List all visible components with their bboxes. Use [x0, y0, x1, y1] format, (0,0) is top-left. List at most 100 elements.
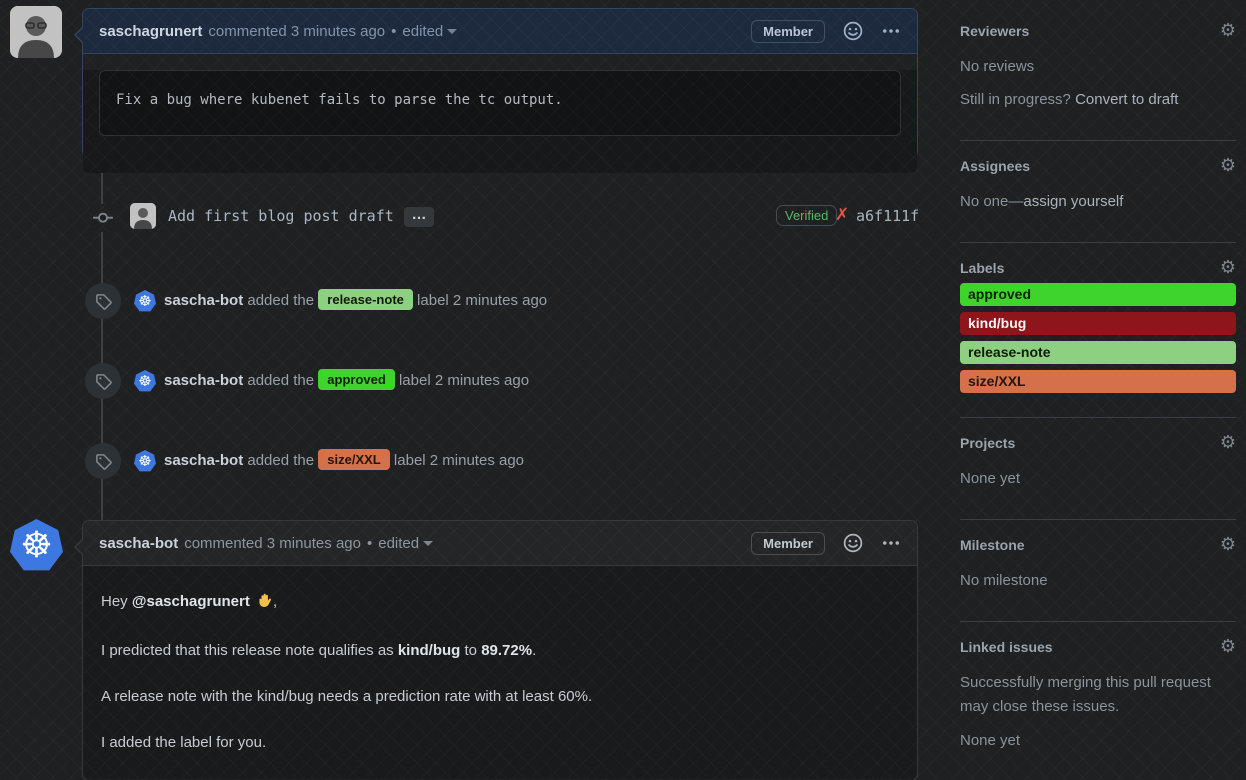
avatar-saschagrunert[interactable]: [10, 6, 62, 58]
commit-icon-wrap: [90, 204, 116, 232]
event-actor-link[interactable]: sascha-bot: [164, 372, 243, 389]
gear-icon[interactable]: ⚙: [1220, 157, 1236, 175]
sidebar-section-assignees: Assignees ⚙ No one—assign yourself: [960, 141, 1236, 243]
comment-paragraph: A release note with the kind/bug needs a…: [101, 687, 899, 707]
meta-separator: •: [391, 23, 396, 40]
code-block: Fix a bug where kubenet fails to parse t…: [99, 70, 901, 136]
member-badge: Member: [751, 20, 825, 43]
avatar-sascha-bot-small[interactable]: ☸: [134, 370, 156, 392]
reviewers-hint: Still in progress? Convert to draft: [960, 88, 1236, 112]
convert-to-draft-link[interactable]: Convert to draft: [1075, 91, 1178, 108]
label-event-size-xxl: ☸ sascha-bot added the size/XXL label 2 …: [82, 443, 918, 479]
gear-icon[interactable]: ⚙: [1220, 259, 1236, 277]
comment-sascha-bot: sascha-bot commented 3 minutes ago • edi…: [82, 520, 918, 780]
projects-title: Projects: [960, 435, 1015, 451]
sidebar-section-labels: Labels ⚙ approved kind/bug release-note …: [960, 243, 1236, 418]
tag-icon: [95, 293, 112, 310]
comment-meta[interactable]: commented 3 minutes ago: [208, 23, 385, 40]
linked-issues-title: Linked issues: [960, 639, 1053, 655]
git-commit-icon: [93, 208, 113, 228]
sidebar-section-projects: Projects ⚙ None yet: [960, 418, 1236, 520]
tag-icon-badge: [85, 283, 121, 319]
tag-icon: [95, 373, 112, 390]
projects-empty: None yet: [960, 467, 1236, 491]
comment-body: Hey @saschagrunert , I predicted that th…: [83, 566, 917, 779]
tag-icon-badge: [85, 443, 121, 479]
commit-expander-button[interactable]: …: [404, 207, 434, 227]
event-suffix[interactable]: label 2 minutes ago: [394, 452, 524, 469]
sidebar-section-reviewers: Reviewers ⚙ No reviews Still in progress…: [960, 14, 1236, 141]
kebab-horizontal-icon: [881, 21, 901, 41]
comment-header: sascha-bot commented 3 minutes ago • edi…: [83, 521, 917, 566]
user-mention-link[interactable]: @saschagrunert: [132, 593, 250, 610]
comment-header: saschagrunert commented 3 minutes ago • …: [83, 9, 917, 54]
chevron-down-icon: [447, 29, 457, 34]
event-text: sascha-bot added the release-note label …: [164, 283, 547, 319]
comment-author-link[interactable]: saschagrunert: [99, 23, 202, 40]
label-event-approved: ☸ sascha-bot added the approved label 2 …: [82, 363, 918, 399]
event-actor-link[interactable]: sascha-bot: [164, 452, 243, 469]
edited-dropdown[interactable]: edited: [378, 535, 433, 552]
sidebar-section-milestone: Milestone ⚙ No milestone: [960, 520, 1236, 622]
event-action: added the: [247, 372, 314, 389]
avatar-sascha-bot[interactable]: ☸: [10, 519, 63, 572]
add-reaction-button[interactable]: [843, 533, 863, 553]
labels-title: Labels: [960, 260, 1004, 276]
sidebar-label-approved[interactable]: approved: [960, 283, 1236, 306]
assignees-empty: No one—assign yourself: [960, 190, 1236, 214]
avatar-sascha-bot-small[interactable]: ☸: [134, 290, 156, 312]
failed-check-icon[interactable]: ✗: [835, 205, 849, 225]
sidebar-label-release-note[interactable]: release-note: [960, 341, 1236, 364]
comment-paragraph: I added the label for you.: [101, 733, 899, 753]
comment-paragraph: Hey @saschagrunert ,: [101, 592, 899, 615]
event-suffix[interactable]: label 2 minutes ago: [417, 292, 547, 309]
comment-options-button[interactable]: [881, 21, 901, 41]
comment-options-button[interactable]: [881, 533, 901, 553]
label-chip[interactable]: approved: [318, 369, 395, 390]
sidebar-section-linked-issues: Linked issues ⚙ Successfully merging thi…: [960, 622, 1236, 780]
event-suffix[interactable]: label 2 minutes ago: [399, 372, 529, 389]
sidebar-label-size-xxl[interactable]: size/XXL: [960, 370, 1236, 393]
avatar-sascha-bot-small[interactable]: ☸: [134, 450, 156, 472]
comment-meta[interactable]: commented 3 minutes ago: [184, 535, 361, 552]
smiley-icon: [843, 21, 863, 41]
gear-icon[interactable]: ⚙: [1220, 638, 1236, 656]
milestone-title: Milestone: [960, 537, 1025, 553]
meta-separator: •: [367, 535, 372, 552]
event-action: added the: [247, 292, 314, 309]
commit-event: Add first blog post draft … Verified ✗ a…: [82, 202, 918, 234]
milestone-empty: No milestone: [960, 569, 1236, 593]
commit-sha-link[interactable]: a6f111f: [856, 207, 919, 225]
assignees-title: Assignees: [960, 158, 1030, 174]
comment-paragraph: I predicted that this release note quali…: [101, 641, 899, 661]
linked-issues-empty: None yet: [960, 729, 1236, 753]
gear-icon[interactable]: ⚙: [1220, 22, 1236, 40]
tag-icon-badge: [85, 363, 121, 399]
verified-badge[interactable]: Verified: [776, 205, 837, 226]
commit-message[interactable]: Add first blog post draft: [168, 207, 394, 225]
label-chip[interactable]: release-note: [318, 289, 413, 310]
member-badge: Member: [751, 532, 825, 555]
label-chip[interactable]: size/XXL: [318, 449, 389, 470]
reviewers-empty: No reviews: [960, 55, 1236, 79]
avatar-saschagrunert-small[interactable]: [130, 203, 156, 229]
sidebar: Reviewers ⚙ No reviews Still in progress…: [960, 14, 1236, 780]
gear-icon[interactable]: ⚙: [1220, 536, 1236, 554]
person-portrait-icon: [130, 203, 156, 229]
edited-dropdown[interactable]: edited: [402, 23, 457, 40]
label-event-release-note: ☸ sascha-bot added the release-note labe…: [82, 283, 918, 319]
sidebar-label-kind-bug[interactable]: kind/bug: [960, 312, 1236, 335]
reviewers-title: Reviewers: [960, 23, 1029, 39]
comment-author-link[interactable]: sascha-bot: [99, 535, 178, 552]
event-text: sascha-bot added the approved label 2 mi…: [164, 363, 529, 399]
kebab-horizontal-icon: [881, 533, 901, 553]
gear-icon[interactable]: ⚙: [1220, 434, 1236, 452]
comment-saschagrunert: saschagrunert commented 3 minutes ago • …: [82, 8, 918, 158]
smiley-icon: [843, 533, 863, 553]
linked-issues-description: Successfully merging this pull request m…: [960, 671, 1236, 719]
add-reaction-button[interactable]: [843, 21, 863, 41]
tag-icon: [95, 453, 112, 470]
event-actor-link[interactable]: sascha-bot: [164, 292, 243, 309]
assign-yourself-link[interactable]: assign yourself: [1023, 193, 1123, 210]
event-action: added the: [247, 452, 314, 469]
